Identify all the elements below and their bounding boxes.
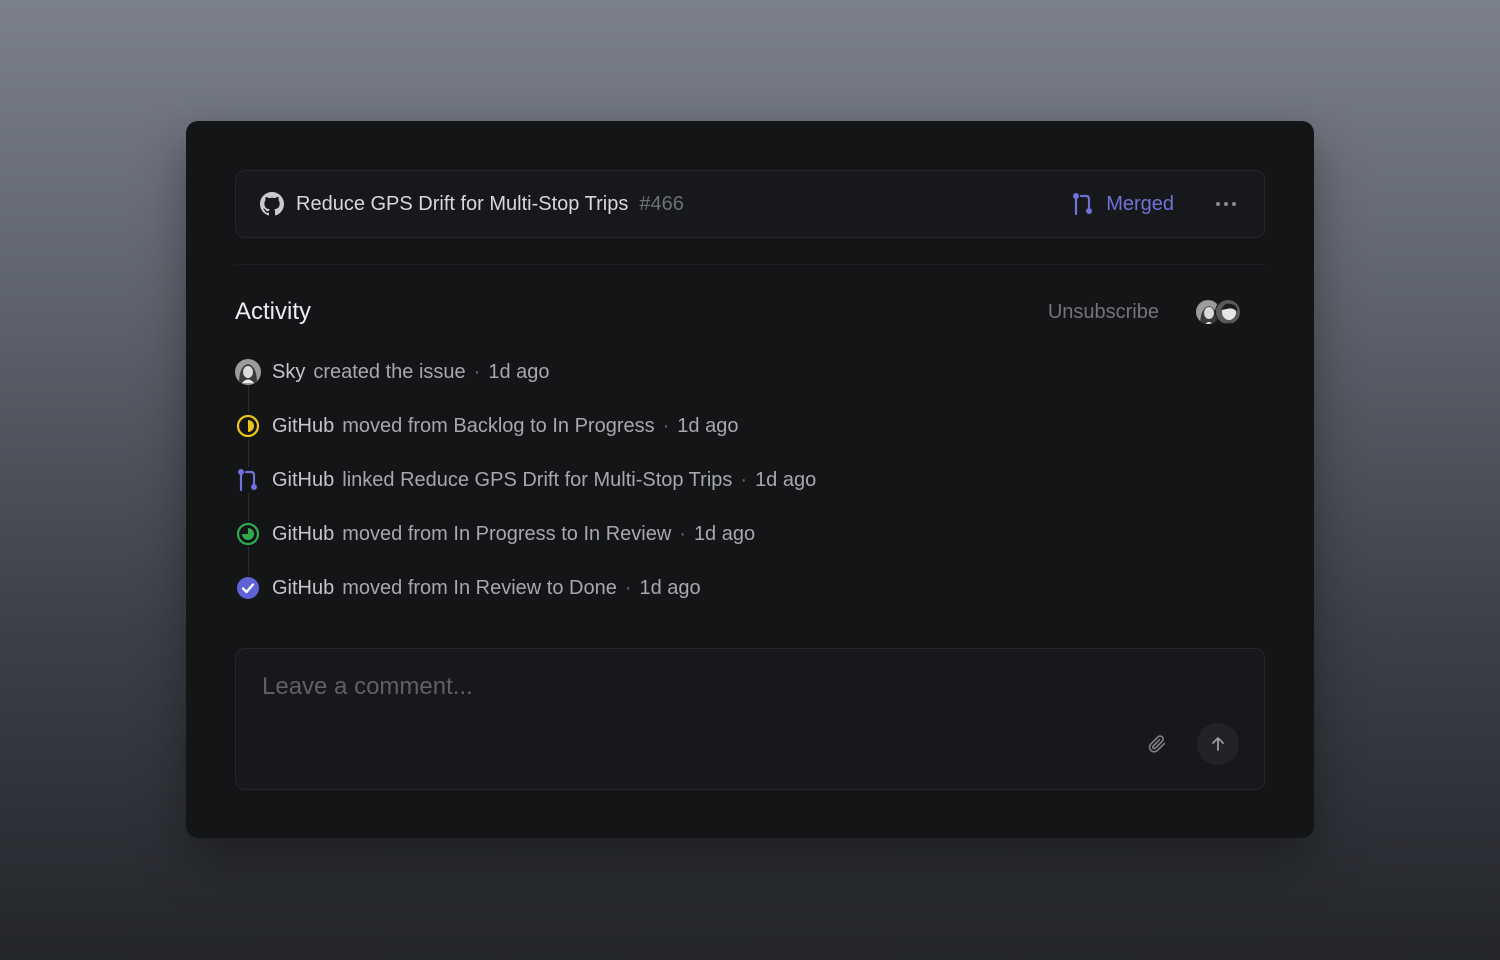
activity-title: Activity [235, 298, 312, 325]
user-avatar[interactable] [235, 359, 261, 385]
separator: · [679, 522, 686, 545]
event-text[interactable]: linked Reduce GPS Drift for Multi-Stop T… [342, 469, 732, 492]
avatar-user-2 [1215, 299, 1241, 325]
divider [235, 264, 1265, 265]
event-time: 1d ago [677, 414, 739, 437]
pr-title: Reduce GPS Drift for Multi-Stop Trips [296, 192, 629, 215]
subscriber-avatars[interactable] [1195, 299, 1241, 325]
separator: · [740, 468, 748, 491]
event-actor[interactable]: GitHub [272, 469, 334, 492]
activity-event: GitHub linked Reduce GPS Drift for Multi… [235, 466, 1265, 494]
in-review-icon [235, 521, 261, 547]
event-time: 1d ago [693, 522, 756, 545]
activity-event: GitHub moved from Backlog to In Progress… [235, 412, 1265, 440]
separator: · [662, 414, 670, 437]
comment-box [235, 648, 1265, 790]
merged-status-badge[interactable]: Merged [1070, 191, 1174, 217]
send-button[interactable] [1197, 723, 1239, 765]
issue-card: Reduce GPS Drift for Multi-Stop Trips #4… [186, 121, 1314, 838]
activity-timeline: Sky created the issue · 1d ago GitHub mo… [235, 358, 1265, 628]
event-text: created the issue [313, 360, 466, 383]
in-progress-icon [235, 413, 261, 439]
event-text: moved from In Review to Done [342, 576, 617, 599]
event-time: 1d ago [488, 360, 550, 383]
event-time: 1d ago [755, 468, 817, 491]
done-check-icon [235, 575, 261, 601]
activity-event: GitHub moved from In Review to Done · 1d… [235, 574, 1265, 602]
merged-label: Merged [1106, 192, 1174, 215]
activity-event: Sky created the issue · 1d ago [235, 358, 1265, 386]
more-options-icon[interactable] [1212, 198, 1240, 210]
pr-number: #466 [639, 192, 684, 215]
pull-request-icon [235, 467, 261, 493]
github-icon [260, 192, 284, 216]
event-time: 1d ago [639, 576, 701, 599]
paperclip-icon[interactable] [1144, 731, 1170, 757]
separator: · [473, 360, 481, 383]
event-actor[interactable]: GitHub [272, 415, 334, 438]
arrow-up-icon [1212, 737, 1224, 751]
event-actor[interactable]: GitHub [272, 523, 334, 546]
activity-event: GitHub moved from In Progress to In Revi… [235, 520, 1265, 548]
activity-header: Activity Unsubscribe [235, 295, 1265, 329]
separator: · [624, 576, 632, 599]
event-text: moved from Backlog to In Progress [342, 414, 655, 437]
event-actor[interactable]: Sky [272, 361, 305, 384]
pull-request-icon [1073, 193, 1093, 216]
event-text: moved from In Progress to In Review [342, 522, 672, 545]
comment-input[interactable] [262, 673, 1062, 701]
event-actor[interactable]: GitHub [272, 577, 334, 600]
linked-pull-request[interactable]: Reduce GPS Drift for Multi-Stop Trips #4… [235, 170, 1265, 238]
unsubscribe-button[interactable]: Unsubscribe [1048, 301, 1159, 324]
